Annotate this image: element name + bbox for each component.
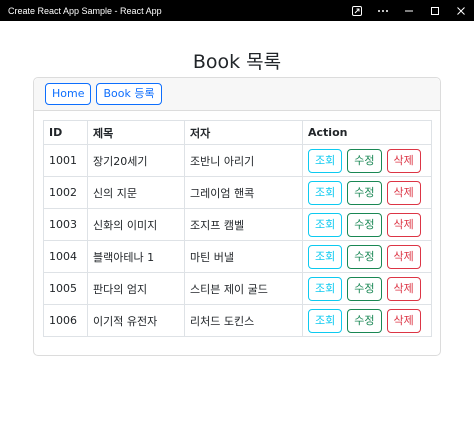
cell-title: 블랙아테나 1 bbox=[87, 240, 185, 273]
view-button[interactable]: 조회 bbox=[308, 212, 343, 237]
edit-button[interactable]: 수정 bbox=[347, 212, 382, 237]
header-title: 제목 bbox=[87, 120, 185, 145]
cell-actions: 조회 수정 삭제 bbox=[302, 208, 432, 241]
cell-title: 판다의 엄지 bbox=[87, 272, 185, 305]
header-id: ID bbox=[43, 120, 88, 145]
header-action: Action bbox=[302, 120, 432, 145]
book-register-button[interactable]: Book 등록 bbox=[96, 83, 162, 105]
view-button[interactable]: 조회 bbox=[308, 276, 343, 301]
edit-button[interactable]: 수정 bbox=[347, 308, 382, 333]
cell-id: 1002 bbox=[43, 176, 88, 209]
book-table: ID 제목 저자 Action 1001 장기20세기 조반니 아리기 조회 수… bbox=[43, 120, 432, 337]
cell-title: 장기20세기 bbox=[87, 144, 185, 177]
cell-title: 신의 지문 bbox=[87, 176, 185, 209]
cell-actions: 조회 수정 삭제 bbox=[302, 240, 432, 273]
table-header-row: ID 제목 저자 Action bbox=[43, 120, 432, 145]
card-header-nav: Home Book 등록 bbox=[34, 78, 440, 111]
view-button[interactable]: 조회 bbox=[308, 244, 343, 269]
cell-actions: 조회 수정 삭제 bbox=[302, 176, 432, 209]
cell-actions: 조회 수정 삭제 bbox=[302, 144, 432, 177]
table-row: 1006 이기적 유전자 리처드 도킨스 조회 수정 삭제 bbox=[43, 304, 432, 337]
edit-button[interactable]: 수정 bbox=[347, 148, 382, 173]
cell-actions: 조회 수정 삭제 bbox=[302, 272, 432, 305]
cell-id: 1004 bbox=[43, 240, 88, 273]
cell-author: 조지프 캠벨 bbox=[184, 208, 303, 241]
window-titlebar: Create React App Sample - React App bbox=[0, 0, 474, 21]
cell-title: 이기적 유전자 bbox=[87, 304, 185, 337]
table-row: 1005 판다의 엄지 스티븐 제이 굴드 조회 수정 삭제 bbox=[43, 272, 432, 305]
cell-title: 신화의 이미지 bbox=[87, 208, 185, 241]
cell-id: 1005 bbox=[43, 272, 88, 305]
edit-button[interactable]: 수정 bbox=[347, 180, 382, 205]
cell-author: 그레이엄 핸콕 bbox=[184, 176, 303, 209]
table-row: 1001 장기20세기 조반니 아리기 조회 수정 삭제 bbox=[43, 144, 432, 177]
cell-author: 스티븐 제이 굴드 bbox=[184, 272, 303, 305]
cell-author: 조반니 아리기 bbox=[184, 144, 303, 177]
window-title: Create React App Sample - React App bbox=[8, 5, 162, 16]
cell-id: 1006 bbox=[43, 304, 88, 337]
share-icon[interactable] bbox=[344, 0, 370, 21]
cell-author: 리처드 도킨스 bbox=[184, 304, 303, 337]
delete-button[interactable]: 삭제 bbox=[386, 244, 421, 269]
more-options-icon[interactable] bbox=[370, 0, 396, 21]
cell-actions: 조회 수정 삭제 bbox=[302, 304, 432, 337]
view-button[interactable]: 조회 bbox=[308, 308, 343, 333]
cell-id: 1001 bbox=[43, 144, 88, 177]
close-icon[interactable] bbox=[448, 0, 474, 21]
cell-author: 마틴 버낼 bbox=[184, 240, 303, 273]
delete-button[interactable]: 삭제 bbox=[386, 212, 421, 237]
view-button[interactable]: 조회 bbox=[308, 180, 343, 205]
delete-button[interactable]: 삭제 bbox=[386, 308, 421, 333]
minimize-icon[interactable] bbox=[396, 0, 422, 21]
page-title: Book 목록 bbox=[192, 51, 282, 73]
cell-id: 1003 bbox=[43, 208, 88, 241]
delete-button[interactable]: 삭제 bbox=[386, 180, 421, 205]
edit-button[interactable]: 수정 bbox=[347, 276, 382, 301]
book-list-card: Home Book 등록 ID 제목 저자 Action 1001 장기20세기… bbox=[33, 77, 441, 356]
edit-button[interactable]: 수정 bbox=[347, 244, 382, 269]
table-row: 1004 블랙아테나 1 마틴 버낼 조회 수정 삭제 bbox=[43, 240, 432, 273]
delete-button[interactable]: 삭제 bbox=[386, 148, 421, 173]
view-button[interactable]: 조회 bbox=[308, 148, 343, 173]
table-row: 1003 신화의 이미지 조지프 캠벨 조회 수정 삭제 bbox=[43, 208, 432, 241]
home-button[interactable]: Home bbox=[45, 83, 92, 105]
delete-button[interactable]: 삭제 bbox=[386, 276, 421, 301]
maximize-icon[interactable] bbox=[422, 0, 448, 21]
table-row: 1002 신의 지문 그레이엄 핸콕 조회 수정 삭제 bbox=[43, 176, 432, 209]
header-author: 저자 bbox=[184, 120, 303, 145]
